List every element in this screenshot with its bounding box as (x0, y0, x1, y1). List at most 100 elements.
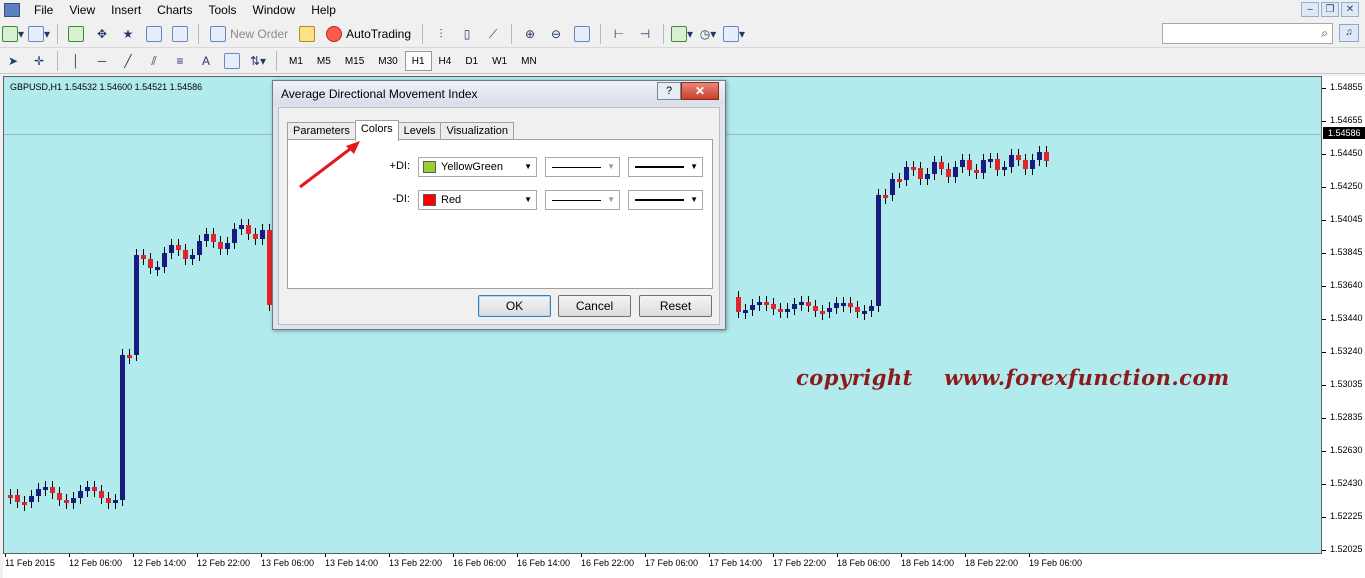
horizontal-line-button[interactable]: ─ (91, 50, 113, 72)
strategy-tester-button[interactable] (169, 23, 191, 45)
plus-di-style-select[interactable]: ▼ (545, 157, 620, 177)
bar-chart-button[interactable]: ⫶ (430, 23, 452, 45)
candle-body (827, 307, 832, 312)
zoom-out-button[interactable]: ⊖ (545, 23, 567, 45)
dialog-titlebar[interactable]: Average Directional Movement Index ? ✕ (273, 81, 725, 105)
auto-scroll-button[interactable]: ⊢ (608, 23, 630, 45)
time-tick (453, 554, 454, 557)
candle-body (1044, 151, 1049, 162)
candle-body (869, 305, 874, 311)
price-tick (1322, 484, 1326, 485)
candle-body (743, 310, 748, 314)
autotrading-button[interactable]: AutoTrading (322, 23, 415, 45)
timeframe-mn[interactable]: MN (514, 51, 544, 71)
reset-button[interactable]: Reset (639, 295, 712, 317)
templates-button[interactable]: ▾ (723, 23, 745, 45)
cursor-button[interactable]: ➤ (2, 50, 24, 72)
timeframe-m30[interactable]: M30 (371, 51, 404, 71)
arrows-button[interactable]: ⇅ ▾ (247, 50, 269, 72)
menu-window[interactable]: Window (245, 3, 304, 17)
dialog-close-button[interactable]: ✕ (681, 82, 719, 100)
text-button[interactable]: A (195, 50, 217, 72)
candle-body (162, 253, 167, 267)
ok-button[interactable]: OK (478, 295, 551, 317)
line-studies-toolbar: ➤ ✛ │ ─ ╱ ⫽ ≡ A ⇅ ▾ M1 M5 M15 M30 H1 H4 D… (0, 49, 1365, 74)
profiles-button[interactable]: ▾ (28, 23, 50, 45)
timeframe-m15[interactable]: M15 (338, 51, 371, 71)
minus-di-color-select[interactable]: Red ▼ (418, 190, 537, 210)
timeframe-m5[interactable]: M5 (310, 51, 338, 71)
menu-charts[interactable]: Charts (149, 3, 200, 17)
timeframe-h1[interactable]: H1 (404, 51, 432, 71)
vertical-line-icon: │ (72, 54, 80, 68)
notifications-button[interactable]: ♫ (1339, 24, 1359, 42)
minus-di-style-select[interactable]: ▼ (545, 190, 620, 210)
restore-icon[interactable]: ❐ (1321, 2, 1339, 17)
price-tick (1322, 253, 1326, 254)
plus-di-width-select[interactable]: ▼ (628, 157, 703, 177)
new-order-button[interactable]: New Order (206, 23, 292, 45)
text-label-button[interactable] (221, 50, 243, 72)
market-watch-button[interactable] (65, 23, 87, 45)
minus-di-color-swatch (423, 194, 436, 206)
tile-windows-button[interactable] (571, 23, 593, 45)
price-label: 1.52025 (1330, 544, 1363, 554)
menu-file[interactable]: File (26, 3, 61, 17)
timeframe-w1[interactable]: W1 (485, 51, 514, 71)
minus-di-width-select[interactable]: ▼ (628, 190, 703, 210)
candle-body (960, 159, 965, 167)
trendline-button[interactable]: ╱ (117, 50, 139, 72)
plus-di-color-select[interactable]: YellowGreen ▼ (418, 157, 537, 177)
candlestick-button[interactable]: ▯ (456, 23, 478, 45)
vertical-line-button[interactable]: │ (65, 50, 87, 72)
time-label: 12 Feb 14:00 (133, 558, 187, 568)
candle-body (757, 302, 762, 306)
terminal-button[interactable] (143, 23, 165, 45)
candle-body (22, 501, 27, 505)
time-label: 13 Feb 14:00 (325, 558, 379, 568)
timeframe-d1[interactable]: D1 (458, 51, 485, 71)
toolbar-separator (663, 24, 665, 44)
fibonacci-button[interactable]: ≡ (169, 50, 191, 72)
menu-view[interactable]: View (61, 3, 103, 17)
metaeditor-button[interactable] (296, 23, 318, 45)
zoom-in-button[interactable]: ⊕ (519, 23, 541, 45)
timeframe-h4[interactable]: H4 (432, 51, 459, 71)
line-chart-button[interactable]: ⟋ (482, 23, 504, 45)
time-label: 18 Feb 14:00 (901, 558, 955, 568)
tab-visualization[interactable]: Visualization (440, 122, 515, 140)
indicators-button[interactable]: ▾ (671, 23, 693, 45)
tab-levels[interactable]: Levels (397, 122, 442, 140)
tab-colors[interactable]: Colors (354, 120, 399, 141)
navigator-button[interactable]: ★ (117, 23, 139, 45)
candle-body (946, 168, 951, 177)
menu-tools[interactable]: Tools (201, 3, 245, 17)
candle-body (925, 173, 930, 179)
chart-shift-button[interactable]: ⊣ (634, 23, 656, 45)
new-chart-icon (2, 26, 18, 42)
candle-body (36, 488, 41, 497)
candle-body (92, 487, 97, 491)
crosshair-button[interactable]: ✛ (28, 50, 50, 72)
time-label: 19 Feb 06:00 (1029, 558, 1083, 568)
candle-body (1037, 151, 1042, 161)
price-label: 1.52430 (1330, 478, 1363, 488)
minimize-icon[interactable]: – (1301, 2, 1319, 17)
tile-windows-icon (574, 26, 591, 42)
search-input[interactable]: ⌕ (1162, 23, 1333, 44)
close-icon[interactable]: ✕ (1341, 2, 1359, 17)
channel-icon: ⫽ (151, 53, 157, 68)
data-window-button[interactable]: ✥ (91, 23, 113, 45)
dropdown-arrow-icon: ▼ (690, 195, 698, 204)
timeframe-m1[interactable]: M1 (282, 51, 310, 71)
help-button[interactable]: ? (657, 82, 681, 100)
new-chart-button[interactable]: ▾ (2, 23, 24, 45)
plus-di-label: +DI: (389, 160, 410, 172)
equidistant-channel-button[interactable]: ⫽ (143, 50, 165, 72)
cancel-button[interactable]: Cancel (558, 295, 631, 317)
menu-help[interactable]: Help (303, 3, 344, 17)
menu-insert[interactable]: Insert (103, 3, 149, 17)
new-order-icon (210, 26, 227, 42)
candle-body (204, 234, 209, 241)
periods-button[interactable]: ◷ ▾ (697, 23, 719, 45)
